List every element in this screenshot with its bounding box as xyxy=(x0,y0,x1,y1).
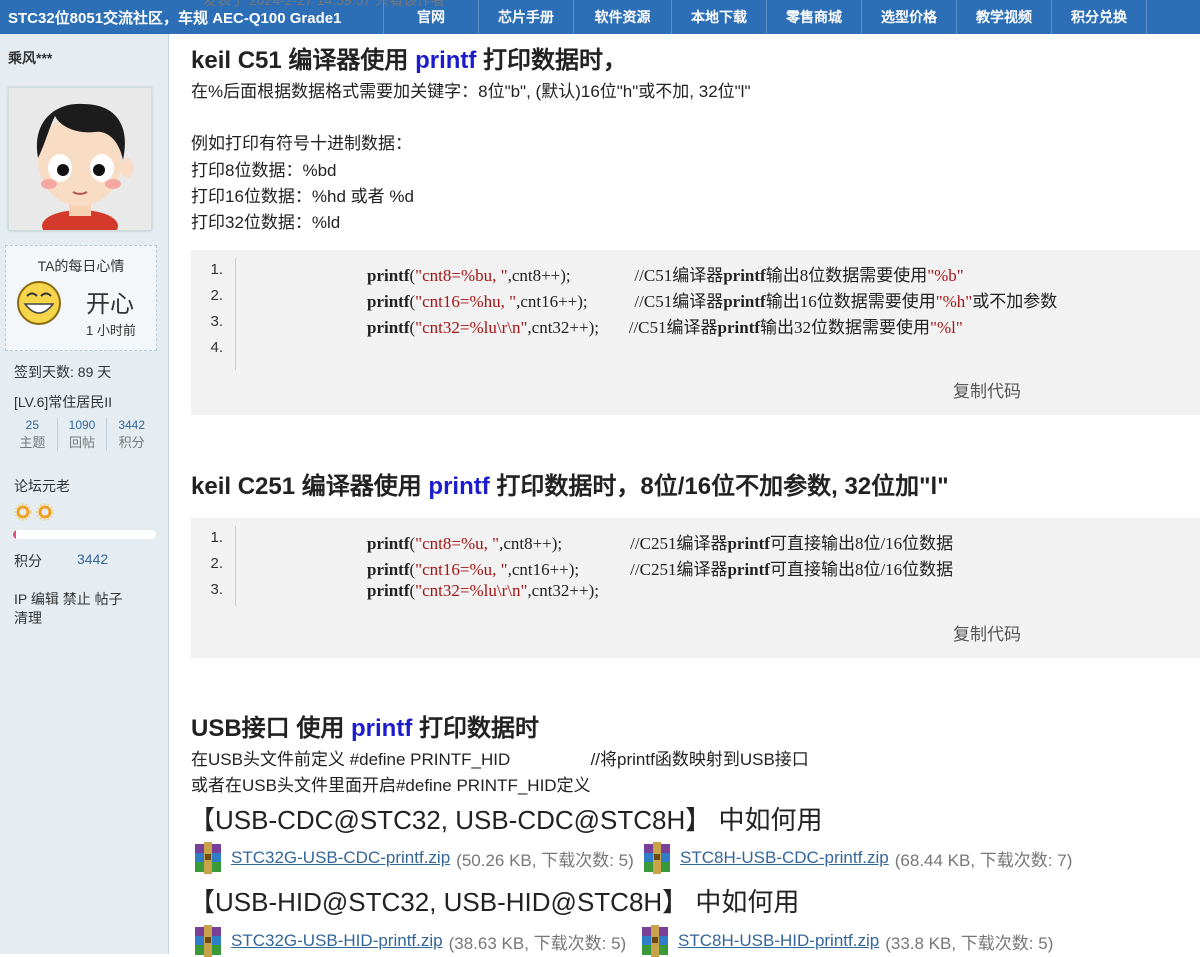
section1-title: keil C51 编译器使用 printf 打印数据时， xyxy=(191,40,627,75)
attachment[interactable]: STC8H-USB-HID-printf.zip (33.8 KB, 下载次数:… xyxy=(638,925,1053,957)
stat-replies[interactable]: 1090 回帖 xyxy=(58,418,108,451)
medals xyxy=(14,503,54,521)
line-number: 1. xyxy=(210,529,223,546)
user-rank: 论坛元老 xyxy=(14,478,70,494)
attachment-meta: (33.8 KB, 下载次数: 5) xyxy=(885,933,1054,953)
username[interactable]: 乘风*** xyxy=(8,48,52,68)
stat-replies-label: 回帖 xyxy=(69,435,96,450)
attachment[interactable]: STC32G-USB-CDC-printf.zip (50.26 KB, 下载次… xyxy=(191,842,634,874)
code-text: printf("cnt32=%lu\r\n",cnt32++); //C51编译… xyxy=(367,318,963,337)
section3-title-pre: USB接口 使用 xyxy=(191,715,352,742)
stat-points[interactable]: 3442 积分 xyxy=(107,418,156,451)
level-progress-bar xyxy=(13,530,156,539)
section1-example-8bit: 打印8位数据：%bd xyxy=(191,161,337,180)
user-stats: 25 主题 1090 回帖 3442 积分 xyxy=(8,418,156,451)
happy-face-icon xyxy=(17,281,61,325)
section2-title-post: 打印数据时，8位/16位不加参数, 32位加"l" xyxy=(489,473,949,500)
points-label: 积分 xyxy=(14,553,42,569)
stat-threads[interactable]: 25 主题 xyxy=(8,418,58,451)
stat-threads-count[interactable]: 25 xyxy=(8,418,57,432)
sun-medal-icon xyxy=(14,503,32,521)
post-meta-strip: 发表于 2024-2-27 14:59:57 只看该作者 xyxy=(191,0,521,8)
line-number-divider xyxy=(235,526,236,606)
section2-title-keyword: printf xyxy=(428,473,490,500)
code-block-c51[interactable]: 1. printf("cnt8=%bu, ",cnt8++); //C51编译器… xyxy=(191,250,1200,415)
line-number: 4. xyxy=(210,339,223,356)
nav-item-local-download[interactable]: 本地下载 xyxy=(671,0,766,34)
attachment-meta: (50.26 KB, 下载次数: 5) xyxy=(456,850,634,870)
nav-item-video[interactable]: 教学视频 xyxy=(956,0,1051,34)
attachment-meta: (38.63 KB, 下载次数: 5) xyxy=(448,933,627,953)
section3-line2: 或者在USB头文件里面开启#define PRINTF_HID定义 xyxy=(191,776,591,795)
usb-cdc-title: 【USB-CDC@STC32, USB-CDC@STC8H】 中如何用 xyxy=(189,805,823,835)
section3-line1: 在USB头文件前定义 #define PRINTF_HID //将printf函… xyxy=(191,750,809,769)
mood-text: 开心 xyxy=(86,291,134,318)
nav-item-points-exchange[interactable]: 积分兑换 xyxy=(1051,0,1147,34)
section1-example-32bit: 打印32位数据：%ld xyxy=(191,213,341,232)
line-number-divider xyxy=(235,258,236,370)
code-block-c251[interactable]: 1. printf("cnt8=%u, ",cnt8++); //C251编译器… xyxy=(191,518,1200,658)
mood-title: TA的每日心情 xyxy=(37,258,125,274)
section1-title-pre: keil C51 编译器使用 xyxy=(191,47,416,74)
site-title[interactable]: STC32位8051交流社区，车规 AEC-Q100 Grade1 xyxy=(0,7,383,28)
attachment-meta: (68.44 KB, 下载次数: 7) xyxy=(894,850,1073,870)
stat-points-count[interactable]: 3442 xyxy=(107,418,156,432)
code-text: printf("cnt8=%bu, ",cnt8++); //C51编译器pri… xyxy=(367,266,964,285)
copy-code-button[interactable]: 复制代码 xyxy=(953,377,1021,402)
code-text: printf("cnt32=%lu\r\n",cnt32++); xyxy=(367,581,599,600)
stat-points-label: 积分 xyxy=(118,435,145,450)
line-number: 2. xyxy=(210,555,223,572)
rar-archive-icon xyxy=(195,842,221,874)
attachment[interactable]: STC32G-USB-HID-printf.zip (38.63 KB, 下载次… xyxy=(191,925,626,957)
code-text: printf("cnt16=%hu, ",cnt16++); //C51编译器p… xyxy=(367,292,1058,311)
code-text: printf("cnt8=%u, ",cnt8++); //C251编译器pri… xyxy=(367,534,954,553)
daily-mood-box: TA的每日心情 开心 1 小时前 xyxy=(5,245,157,351)
section3-title-keyword: printf xyxy=(351,715,413,742)
copy-code-button[interactable]: 复制代码 xyxy=(953,620,1021,645)
section3-title: USB接口 使用 printf 打印数据时 xyxy=(191,708,539,743)
section1-example-title: 例如打印有符号十进制数据： xyxy=(191,134,412,153)
user-sidebar: 乘风*** TA的每日心情 开心 1 小时前 签到天数: 89 天 [LV.6]… xyxy=(0,34,169,954)
attachment-link[interactable]: STC8H-USB-CDC-printf.zip xyxy=(680,848,889,868)
avatar[interactable] xyxy=(8,87,152,242)
admin-links[interactable]: IP 编辑 禁止 帖子 xyxy=(14,589,123,609)
attachment-link[interactable]: STC32G-USB-HID-printf.zip xyxy=(231,931,443,951)
sign-days: 签到天数: 89 天 xyxy=(14,364,112,380)
rar-archive-icon xyxy=(644,842,670,874)
rar-archive-icon xyxy=(195,925,221,957)
nav-item-shop[interactable]: 零售商城 xyxy=(766,0,861,34)
section1-intro: 在%后面根据数据格式需要加关键字：8位"b", (默认)16位"h"或不加, 3… xyxy=(191,82,751,101)
line-number: 3. xyxy=(210,581,223,598)
top-nav: STC32位8051交流社区，车规 AEC-Q100 Grade1 官网 芯片手… xyxy=(0,0,1200,34)
section1-title-keyword: printf xyxy=(415,47,477,74)
nav-item-selection-price[interactable]: 选型价格 xyxy=(861,0,956,34)
sun-medal-icon xyxy=(36,503,54,521)
line-number: 2. xyxy=(210,287,223,304)
code-text: printf("cnt16=%u, ",cnt16++); //C251编译器p… xyxy=(367,560,954,579)
attachment-link[interactable]: STC32G-USB-CDC-printf.zip xyxy=(231,848,450,868)
mood-time: 1 小时前 xyxy=(86,323,136,338)
stat-threads-label: 主题 xyxy=(19,435,46,450)
line-number: 1. xyxy=(210,261,223,278)
stat-replies-count[interactable]: 1090 xyxy=(58,418,107,432)
admin-links-clean[interactable]: 清理 xyxy=(14,608,42,628)
nav-item-software[interactable]: 软件资源 xyxy=(573,0,671,34)
section2-title: keil C251 编译器使用 printf 打印数据时，8位/16位不加参数,… xyxy=(191,466,949,501)
user-level[interactable]: [LV.6]常住居民II xyxy=(14,392,112,412)
line-number: 3. xyxy=(210,313,223,330)
section1-title-post: 打印数据时， xyxy=(476,47,628,74)
points-value[interactable]: 3442 xyxy=(77,551,108,567)
avatar-image xyxy=(9,88,151,242)
section1-example-16bit: 打印16位数据：%hd 或者 %d xyxy=(191,187,414,206)
attachment-link[interactable]: STC8H-USB-HID-printf.zip xyxy=(678,931,879,951)
level-progress-fill xyxy=(13,530,16,539)
section2-title-pre: keil C251 编译器使用 xyxy=(191,473,429,500)
usb-hid-title: 【USB-HID@STC32, USB-HID@STC8H】 中如何用 xyxy=(189,887,800,917)
section3-title-post: 打印数据时 xyxy=(412,715,539,742)
attachment[interactable]: STC8H-USB-CDC-printf.zip (68.44 KB, 下载次数… xyxy=(640,842,1072,874)
rar-archive-icon xyxy=(642,925,668,957)
post-meta-text: 发表于 2024-2-27 14:59:57 只看该作者 xyxy=(203,0,445,8)
